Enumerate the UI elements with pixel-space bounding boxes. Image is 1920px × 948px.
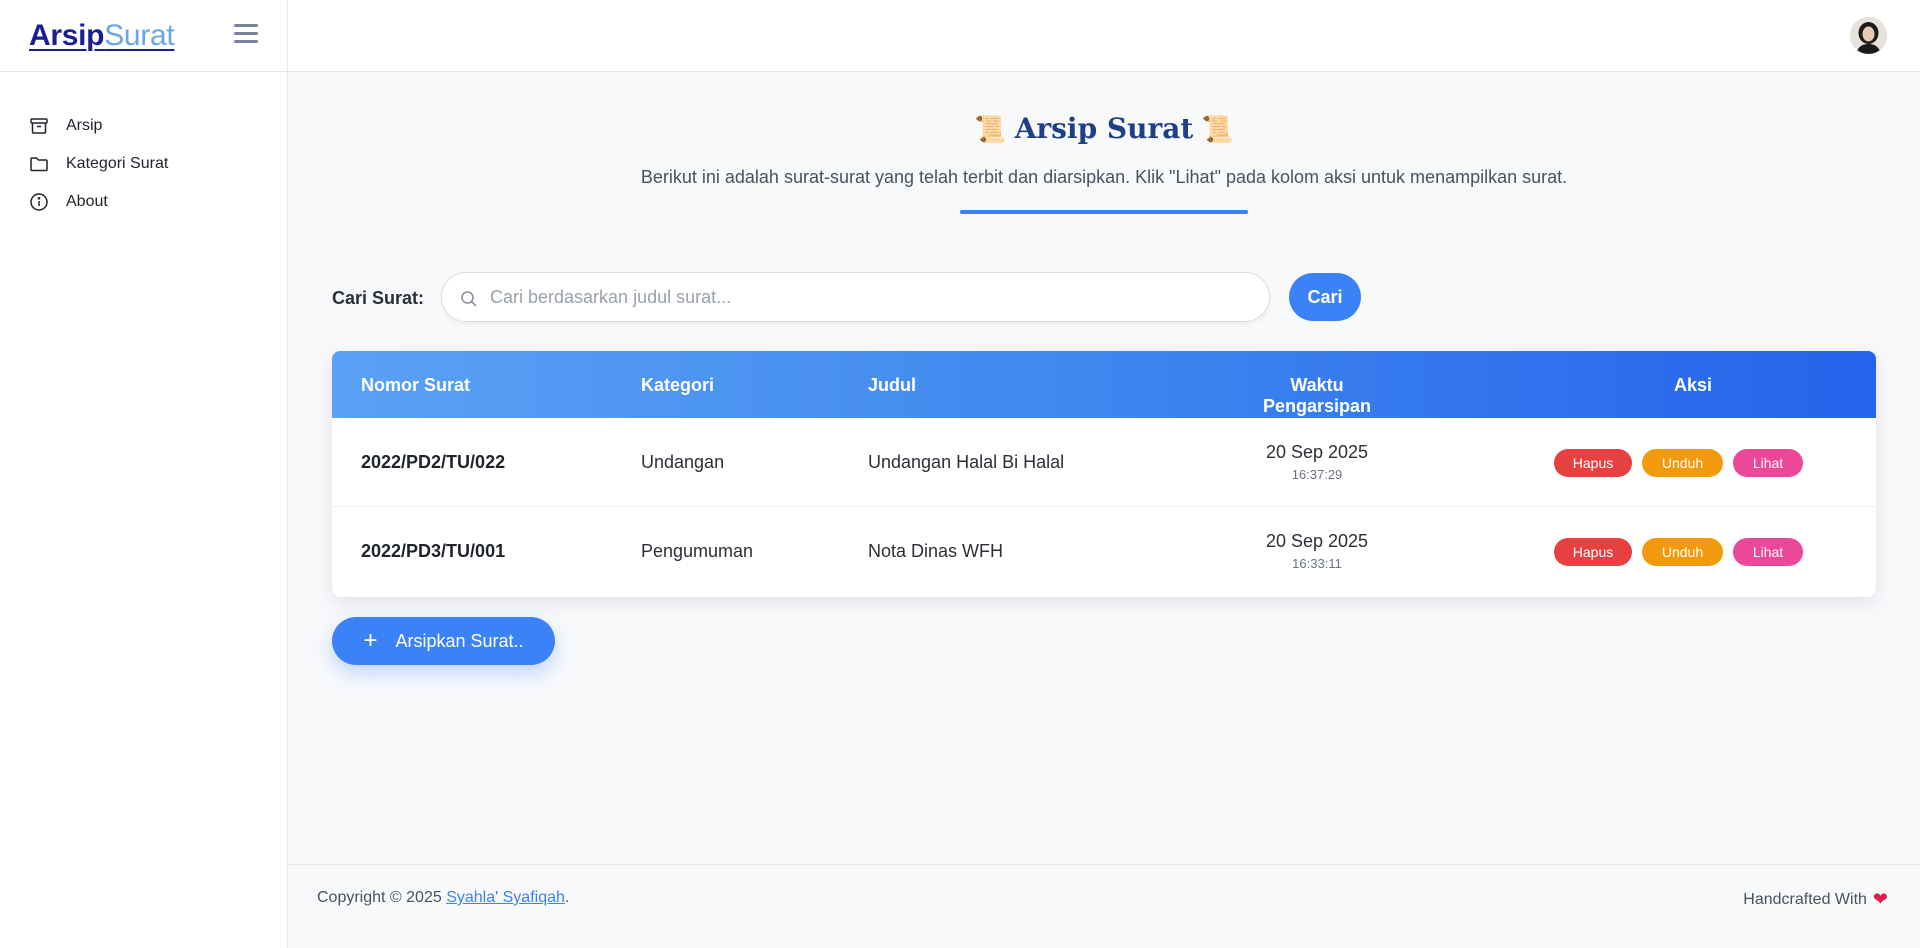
sidebar-item-kategori-surat[interactable]: Kategori Surat <box>0 145 287 183</box>
page-title-text: Arsip Surat <box>1014 112 1194 145</box>
search-icon <box>461 291 477 307</box>
cell-judul: Nota Dinas WFH <box>868 541 1004 561</box>
view-button[interactable]: Lihat <box>1733 538 1803 566</box>
table-row: 2022/PD2/TU/022 Undangan Undangan Halal … <box>332 418 1876 507</box>
copyright-prefix: Copyright © 2025 <box>317 889 447 906</box>
page-subtitle: Berikut ini adalah surat-surat yang tela… <box>640 167 1568 187</box>
cell-date: 20 Sep 2025 <box>1265 531 1369 551</box>
cell-time: 16:33:11 <box>1292 556 1342 571</box>
archive-table: Nomor Surat Kategori Judul Waktu Pengars… <box>332 351 1876 597</box>
copyright: Copyright © 2025 Syahla' Syafiqah. <box>317 889 569 907</box>
folder-icon <box>30 157 48 172</box>
scroll-icon: 📜 <box>1201 115 1234 145</box>
table-header: Nomor Surat Kategori Judul Waktu Pengars… <box>332 351 1876 418</box>
table-row: 2022/PD3/TU/001 Pengumuman Nota Dinas WF… <box>332 507 1876 596</box>
cell-kategori: Undangan <box>641 452 725 472</box>
info-icon <box>30 193 48 211</box>
author-link[interactable]: Syahla' Syafiqah <box>446 889 565 906</box>
copyright-suffix: . <box>564 889 570 906</box>
delete-button[interactable]: Hapus <box>1554 449 1632 477</box>
heart-icon: ❤ <box>1872 889 1888 909</box>
view-button[interactable]: Lihat <box>1733 449 1803 477</box>
user-avatar-icon <box>1850 17 1887 54</box>
sidebar-item-label: Kategori Surat <box>66 155 169 172</box>
sidebar-item-about[interactable]: About <box>0 183 287 221</box>
delete-button[interactable]: Hapus <box>1554 538 1632 566</box>
add-archive-label: Arsipkan Surat.. <box>395 630 524 651</box>
add-archive-button[interactable]: + Arsipkan Surat.. <box>332 617 555 665</box>
row-actions: Hapus Unduh Lihat <box>1554 538 1803 566</box>
cell-kategori: Pengumuman <box>641 541 754 561</box>
sidebar-item-label: About <box>66 193 108 210</box>
archive-icon <box>30 118 48 134</box>
column-header-aksi: Aksi <box>1673 375 1713 395</box>
credit-text: Handcrafted With <box>1743 890 1867 908</box>
title-divider <box>960 210 1248 214</box>
search-input[interactable] <box>490 273 1250 321</box>
cell-time: 16:37:29 <box>1291 467 1343 482</box>
plus-icon: + <box>363 627 378 654</box>
cell-waktu: 20 Sep 2025 16:37:29 <box>1242 442 1392 482</box>
sidebar-nav: Arsip Kategori Surat About <box>0 72 287 221</box>
menu-toggle-icon[interactable] <box>234 24 258 46</box>
app-logo[interactable]: ArsipSurat <box>29 18 175 53</box>
footer-credit: Handcrafted With ❤ <box>1743 889 1888 910</box>
cell-nomor-surat: 2022/PD2/TU/022 <box>361 452 506 472</box>
avatar[interactable] <box>1850 17 1887 54</box>
column-header-judul: Judul <box>868 375 916 395</box>
cell-waktu: 20 Sep 2025 16:33:11 <box>1242 531 1392 571</box>
download-button[interactable]: Unduh <box>1642 449 1723 477</box>
scroll-icon: 📜 <box>974 115 1007 145</box>
search-box <box>441 272 1270 322</box>
topbar <box>288 0 1920 72</box>
logo-light: Surat <box>104 18 175 52</box>
sidebar-item-arsip[interactable]: Arsip <box>0 107 287 145</box>
column-header-kategori: Kategori <box>641 375 715 395</box>
brand-bar: ArsipSurat <box>0 0 287 72</box>
row-actions: Hapus Unduh Lihat <box>1554 449 1803 477</box>
cell-nomor-surat: 2022/PD3/TU/001 <box>361 541 506 561</box>
cell-judul: Undangan Halal Bi Halal <box>868 452 1065 472</box>
search-button[interactable]: Cari <box>1289 273 1361 321</box>
column-header-waktu: Waktu Pengarsipan <box>1262 375 1372 416</box>
sidebar-item-label: Arsip <box>66 117 103 134</box>
cell-date: 20 Sep 2025 <box>1265 442 1369 462</box>
footer: Copyright © 2025 Syahla' Syafiqah. Handc… <box>288 864 1920 948</box>
page-title: 📜 Arsip Surat 📜 <box>288 112 1920 145</box>
sidebar: ArsipSurat Arsip Kategori Surat About <box>0 0 288 948</box>
search-label: Cari Surat: <box>332 288 425 308</box>
logo-strong: Arsip <box>29 18 105 52</box>
column-header-nomor-surat: Nomor Surat <box>361 375 471 395</box>
download-button[interactable]: Unduh <box>1642 538 1723 566</box>
